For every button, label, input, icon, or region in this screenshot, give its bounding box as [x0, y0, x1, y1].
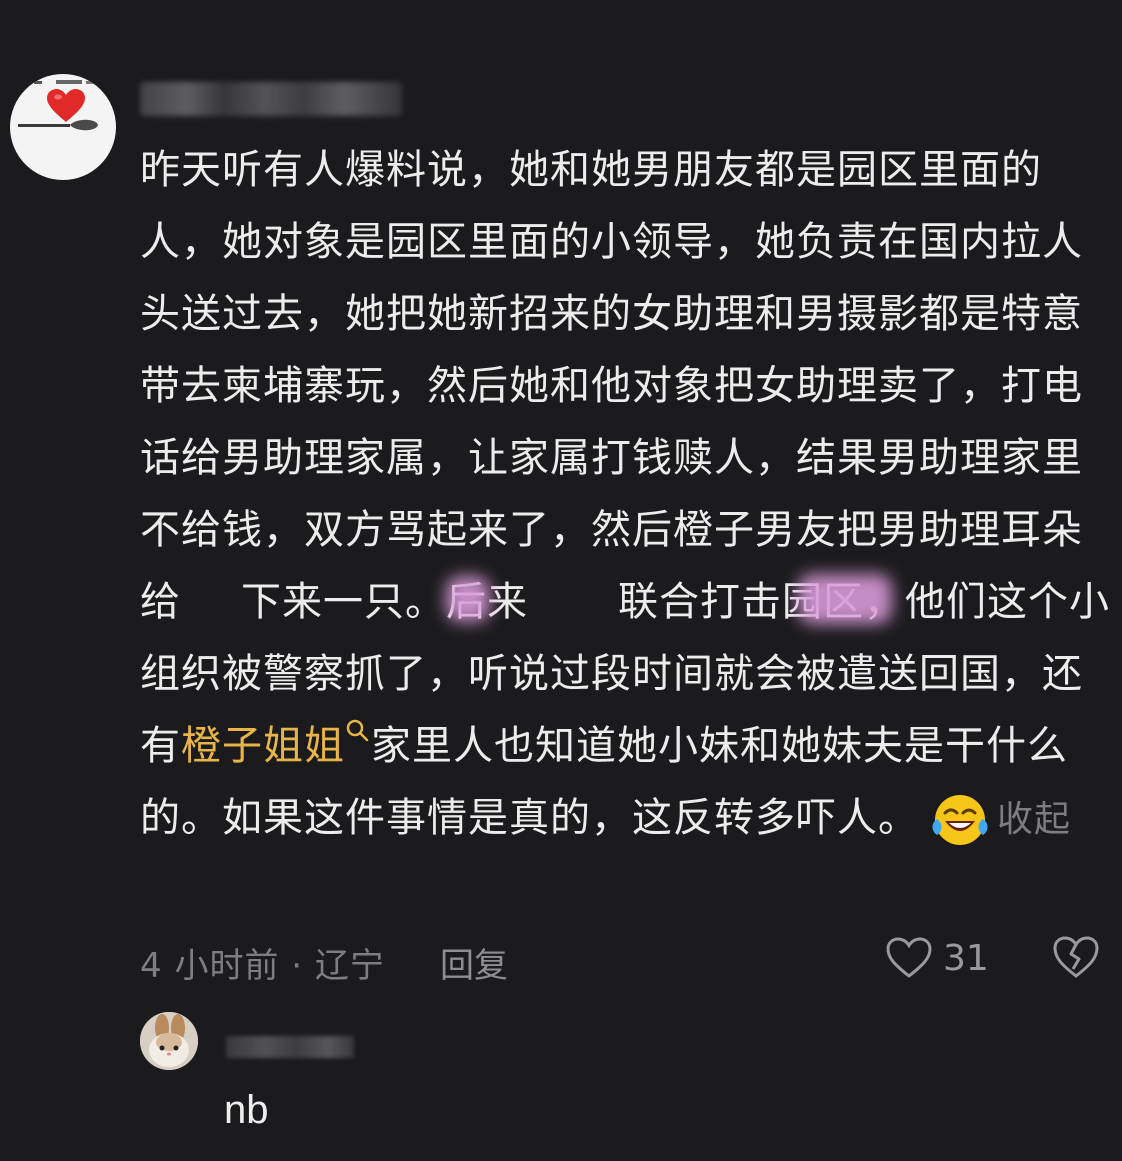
search-highlight-link[interactable]: 橙子姐姐	[181, 723, 345, 769]
reply-text: nb	[224, 1088, 269, 1132]
comment-item: 昨天听有人爆料说，她和她男朋友都是园区里面的人，她对象是园区里面的小领导，她负责…	[0, 0, 1122, 1161]
like-count: 31	[943, 938, 989, 979]
spoon-icon	[18, 119, 98, 131]
crying-laughing-emoji-icon	[932, 795, 988, 845]
collapse-button[interactable]: 收起	[997, 799, 1071, 840]
redaction-blur-2	[798, 574, 892, 624]
comment-meta-row: 4 小时前 · 辽宁 回复 31	[140, 928, 1110, 988]
timestamp-location: 4 小时前 · 辽宁	[140, 946, 385, 986]
user-avatar[interactable]	[10, 74, 116, 180]
comment-text-part1: 昨天听有人爆料说，她和她男朋友都是园区里面的人，她对象是园区里面的小领导，她负责…	[140, 147, 1083, 625]
avatar-caption-decoration	[34, 80, 96, 84]
comment-body: 昨天听有人爆料说，她和她男朋友都是园区里面的人，她对象是园区里面的小领导，她负责…	[140, 134, 1110, 856]
rabbit-avatar-icon	[140, 1012, 198, 1070]
heart-outline-icon	[886, 937, 932, 978]
search-icon[interactable]	[345, 718, 371, 744]
reply-username-blurred[interactable]	[226, 1036, 354, 1058]
reply-item: nb	[0, 1000, 1122, 1161]
redaction-blur-1	[446, 576, 490, 622]
username-blurred[interactable]	[140, 82, 402, 116]
reply-button[interactable]: 回复	[440, 938, 508, 987]
broken-heart-icon[interactable]	[1052, 934, 1100, 980]
reply-avatar[interactable]	[140, 1012, 198, 1070]
